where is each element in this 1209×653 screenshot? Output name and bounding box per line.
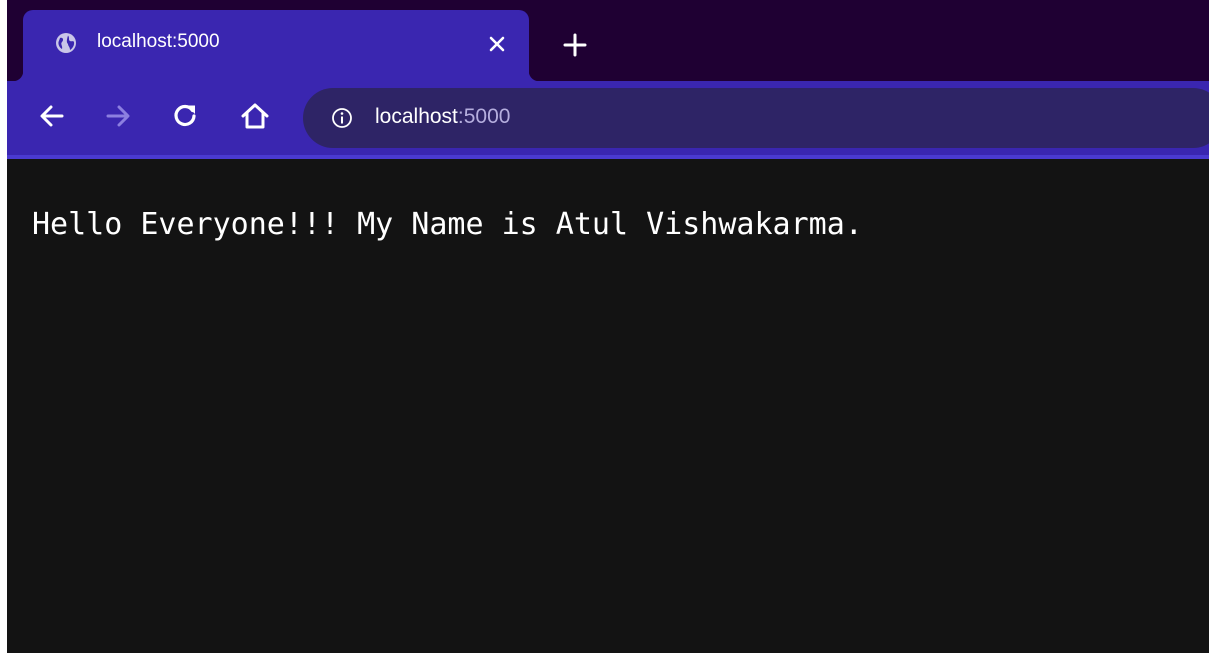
globe-icon xyxy=(56,33,76,53)
toolbar: localhost:5000 xyxy=(7,81,1209,159)
browser-tab[interactable]: localhost:5000 xyxy=(13,10,539,81)
url-host: localhost xyxy=(375,105,458,128)
info-icon[interactable] xyxy=(331,107,353,129)
url-text[interactable]: localhost:5000 xyxy=(375,105,510,129)
arrow-left-icon[interactable] xyxy=(37,101,67,131)
browser-window: localhost:5000 localhost:5000 Hello Ever… xyxy=(7,0,1209,653)
url-port: :5000 xyxy=(457,105,511,128)
close-icon[interactable] xyxy=(485,32,509,56)
reload-icon[interactable] xyxy=(170,101,200,131)
page-content: Hello Everyone!!! My Name is Atul Vishwa… xyxy=(7,159,1209,653)
tab-strip: localhost:5000 xyxy=(7,0,1209,81)
plus-icon[interactable] xyxy=(562,32,588,58)
home-icon[interactable] xyxy=(240,101,270,131)
address-bar[interactable]: localhost:5000 xyxy=(303,88,1209,148)
page-text: Hello Everyone!!! My Name is Atul Vishwa… xyxy=(32,207,863,242)
tab-title: localhost:5000 xyxy=(97,31,220,52)
arrow-right-icon[interactable] xyxy=(103,101,133,131)
